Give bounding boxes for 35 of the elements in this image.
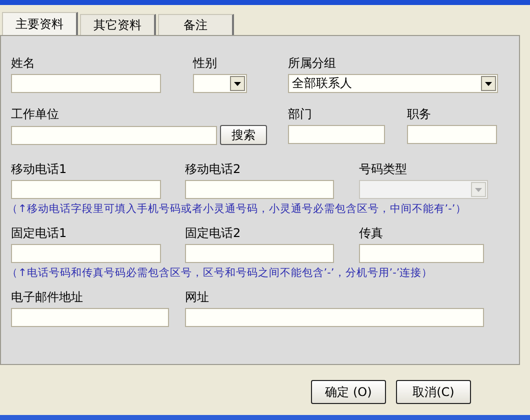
text-field[interactable] <box>11 308 169 327</box>
field-label: 网址 <box>185 289 209 305</box>
text-field[interactable] <box>185 308 484 327</box>
text-field[interactable] <box>11 74 161 93</box>
field-label: 性别 <box>193 55 217 71</box>
text-field[interactable] <box>359 244 484 263</box>
field-label: 固定电话2 <box>185 225 241 241</box>
tab[interactable]: 其它资料 <box>80 14 156 35</box>
field-label: 职务 <box>407 106 431 122</box>
hint-text: （↑移动电话字段里可填入手机号码或者小灵通号码，小灵通号必需包含区号，中间不能有’-’） <box>7 202 466 216</box>
tab[interactable]: 备注 <box>158 14 234 35</box>
tab[interactable]: 主要资料 <box>2 12 78 35</box>
text-field[interactable] <box>185 244 334 263</box>
field-label: 传真 <box>359 225 383 241</box>
field-label: 固定电话1 <box>11 225 67 241</box>
field-label: 所属分组 <box>288 55 336 71</box>
text-field[interactable] <box>11 126 217 144</box>
field-label: 电子邮件地址 <box>11 289 83 305</box>
field-label: 号码类型 <box>359 161 407 177</box>
text-field[interactable] <box>288 125 385 144</box>
text-field[interactable] <box>11 244 161 263</box>
search-button[interactable]: 搜索 <box>220 125 267 145</box>
field-label: 姓名 <box>11 55 35 71</box>
hint-text: （↑电话号码和传真号码必需包含区号，区号和号码之间不能包含’-’，分机号用’-’连接） <box>7 266 433 280</box>
cancel-button[interactable]: 取消(C) <box>396 380 471 404</box>
field-label: 工作单位 <box>11 106 59 122</box>
text-field[interactable] <box>407 125 497 144</box>
field-label: 部门 <box>288 106 312 122</box>
ok-button[interactable]: 确定 (O) <box>311 380 386 404</box>
text-field[interactable] <box>11 180 161 199</box>
field-label: 移动电话2 <box>185 161 241 177</box>
dropdown[interactable] <box>193 74 247 93</box>
field-label: 移动电话1 <box>11 161 67 177</box>
dropdown[interactable]: 全部联系人 <box>288 74 498 93</box>
text-field[interactable] <box>185 180 334 199</box>
